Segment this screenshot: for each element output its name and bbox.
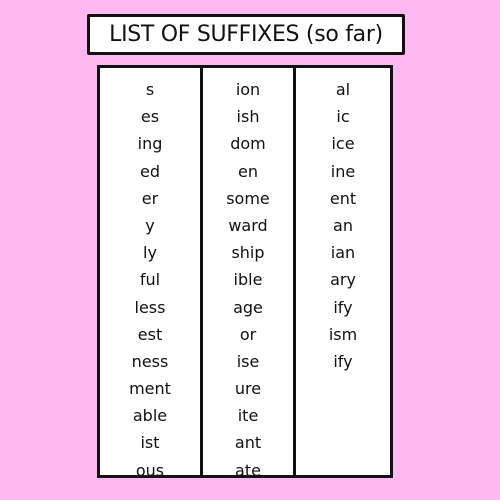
suffix-cell: ion [235, 80, 261, 99]
suffix-cell: y [145, 215, 155, 235]
suffix-cell: ous [135, 460, 165, 480]
suffix-cell: ible [233, 270, 263, 290]
suffix-cell: ward [228, 215, 268, 235]
suffix-cell: al [335, 80, 351, 99]
suffix-cell: s [145, 80, 155, 99]
suffix-cell: ed [140, 161, 160, 181]
suffix-cell: ly [143, 243, 157, 263]
suffix-cell: or [239, 324, 257, 344]
suffix-cell: es [140, 107, 160, 127]
suffix-cell: er [141, 188, 159, 208]
page-title: LIST OF SUFFIXES (so far) [109, 22, 383, 47]
title-box: LIST OF SUFFIXES (so far) [87, 14, 405, 55]
suffix-column-2: ion ish dom en some ward ship ible age or ise ure it… [203, 68, 296, 480]
suffix-cell: ness [131, 351, 169, 371]
suffix-cell: ine [330, 161, 356, 181]
suffix-cell: est [137, 324, 163, 344]
suffix-cell: ify [333, 297, 353, 317]
suffix-cell: ist [140, 433, 160, 453]
suffix-cell: ary [330, 270, 356, 290]
suffix-cell: en [238, 161, 258, 181]
suffix-cell: ment [129, 379, 171, 399]
suffix-cell: ship [231, 243, 265, 263]
suffix-cell: ism [328, 324, 358, 344]
suffix-cell: ure [234, 379, 262, 399]
suffix-cell: ate [235, 460, 261, 480]
suffix-cell: ish [236, 107, 260, 127]
suffix-cell: ice [331, 134, 355, 154]
suffix-cell: ic [336, 107, 350, 127]
suffix-cell: ite [237, 406, 259, 426]
suffix-cell: ful [139, 270, 161, 290]
suffix-cell: some [226, 188, 270, 208]
suffix-cell: ant [234, 433, 262, 453]
suffix-cell: dom [230, 134, 266, 154]
suffix-cell: age [233, 297, 263, 317]
suffix-cell: ent [329, 188, 357, 208]
suffix-cell: ise [236, 351, 260, 371]
suffix-column-1: s es ing ed er y ly ful less est ness ment able ist ou… [100, 68, 203, 480]
suffix-table: s es ing ed er y ly ful less est ness ment able ist ou… [97, 65, 393, 480]
suffix-cell: ing [137, 134, 163, 154]
suffix-column-3: al ic ice ine ent an ian ary ify ism ify [296, 68, 390, 475]
suffix-cell: able [132, 406, 168, 426]
suffix-cell: ian [330, 243, 356, 263]
suffix-cell: less [134, 297, 166, 317]
suffix-cell: ify [333, 351, 353, 371]
suffix-cell: an [333, 215, 353, 235]
